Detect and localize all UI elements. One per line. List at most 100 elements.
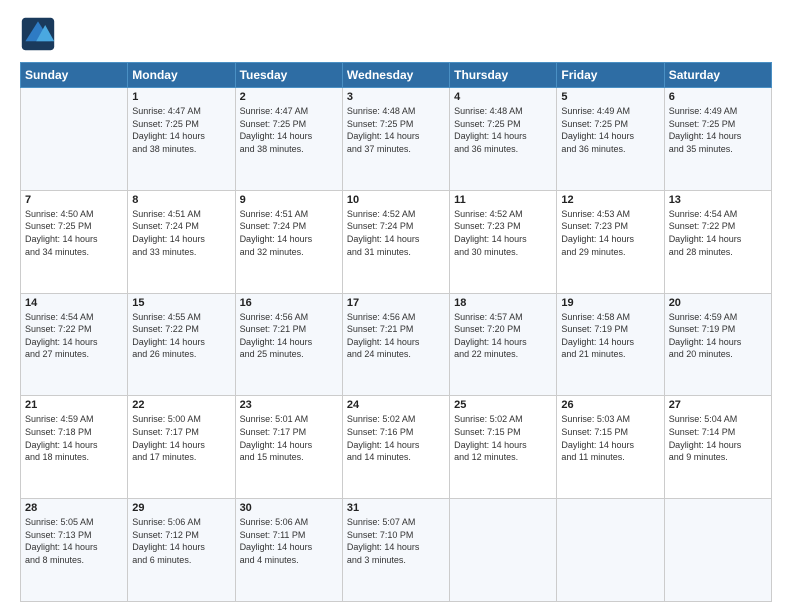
day-number: 2 — [240, 91, 338, 103]
logo — [20, 16, 60, 52]
weekday-header-thursday: Thursday — [450, 63, 557, 88]
day-info: Sunrise: 5:06 AM Sunset: 7:12 PM Dayligh… — [132, 516, 230, 566]
day-number: 17 — [347, 297, 445, 309]
day-cell: 8 Sunrise: 4:51 AM Sunset: 7:24 PM Daylig… — [128, 190, 235, 293]
day-info: Sunrise: 4:59 AM Sunset: 7:18 PM Dayligh… — [25, 413, 123, 463]
day-cell: 25Sunrise: 5:02 AM Sunset: 7:15 PM Dayli… — [450, 396, 557, 499]
day-cell: 4 Sunrise: 4:48 AM Sunset: 7:25 PM Daylig… — [450, 88, 557, 191]
day-number: 15 — [132, 297, 230, 309]
day-number: 23 — [240, 399, 338, 411]
day-cell: 23 Sunrise: 5:01 AM Sunset: 7:17 PM Dayli… — [235, 396, 342, 499]
day-cell: 17 Sunrise: 4:56 AM Sunset: 7:21 PM Dayli… — [342, 293, 449, 396]
calendar-table: SundayMondayTuesdayWednesdayThursdayFrid… — [20, 62, 772, 602]
day-number: 22 — [132, 399, 230, 411]
day-info: Sunrise: 4:51 AM Sunset: 7:24 PM Dayligh… — [240, 208, 338, 258]
day-cell — [664, 499, 771, 602]
week-row-4: 21 Sunrise: 4:59 AM Sunset: 7:18 PM Dayli… — [21, 396, 772, 499]
calendar-body: 1Sunrise: 4:47 AM Sunset: 7:25 PM Daylig… — [21, 88, 772, 602]
week-row-2: 7 Sunrise: 4:50 AM Sunset: 7:25 PM Daylig… — [21, 190, 772, 293]
week-row-3: 14 Sunrise: 4:54 AM Sunset: 7:22 PM Dayli… — [21, 293, 772, 396]
day-info: Sunrise: 4:54 AM Sunset: 7:22 PM Dayligh… — [25, 311, 123, 361]
day-number: 13 — [669, 194, 767, 206]
day-number: 14 — [25, 297, 123, 309]
day-info: Sunrise: 5:01 AM Sunset: 7:17 PM Dayligh… — [240, 413, 338, 463]
day-number: 28 — [25, 502, 123, 514]
day-cell: 1Sunrise: 4:47 AM Sunset: 7:25 PM Daylig… — [128, 88, 235, 191]
day-info: Sunrise: 5:07 AM Sunset: 7:10 PM Dayligh… — [347, 516, 445, 566]
day-cell: 31 Sunrise: 5:07 AM Sunset: 7:10 PM Dayli… — [342, 499, 449, 602]
day-number: 11 — [454, 194, 552, 206]
day-cell: 3 Sunrise: 4:48 AM Sunset: 7:25 PM Daylig… — [342, 88, 449, 191]
day-number: 20 — [669, 297, 767, 309]
day-info: Sunrise: 4:49 AM Sunset: 7:25 PM Dayligh… — [561, 105, 659, 155]
day-number: 18 — [454, 297, 552, 309]
day-number: 16 — [240, 297, 338, 309]
day-cell: 22 Sunrise: 5:00 AM Sunset: 7:17 PM Dayli… — [128, 396, 235, 499]
day-number: 3 — [347, 91, 445, 103]
day-info: Sunrise: 4:49 AM Sunset: 7:25 PM Dayligh… — [669, 105, 767, 155]
day-info: Sunrise: 4:57 AM Sunset: 7:20 PM Dayligh… — [454, 311, 552, 361]
day-number: 8 — [132, 194, 230, 206]
day-cell: 30 Sunrise: 5:06 AM Sunset: 7:11 PM Dayli… — [235, 499, 342, 602]
weekday-row: SundayMondayTuesdayWednesdayThursdayFrid… — [21, 63, 772, 88]
weekday-header-tuesday: Tuesday — [235, 63, 342, 88]
weekday-header-monday: Monday — [128, 63, 235, 88]
day-number: 10 — [347, 194, 445, 206]
day-cell: 9Sunrise: 4:51 AM Sunset: 7:24 PM Daylig… — [235, 190, 342, 293]
day-number: 5 — [561, 91, 659, 103]
day-cell — [21, 88, 128, 191]
day-cell: 27Sunrise: 5:04 AM Sunset: 7:14 PM Dayli… — [664, 396, 771, 499]
day-info: Sunrise: 4:55 AM Sunset: 7:22 PM Dayligh… — [132, 311, 230, 361]
day-info: Sunrise: 4:47 AM Sunset: 7:25 PM Dayligh… — [240, 105, 338, 155]
day-info: Sunrise: 4:50 AM Sunset: 7:25 PM Dayligh… — [25, 208, 123, 258]
day-info: Sunrise: 4:48 AM Sunset: 7:25 PM Dayligh… — [454, 105, 552, 155]
weekday-header-friday: Friday — [557, 63, 664, 88]
day-info: Sunrise: 5:02 AM Sunset: 7:15 PM Dayligh… — [454, 413, 552, 463]
day-info: Sunrise: 5:00 AM Sunset: 7:17 PM Dayligh… — [132, 413, 230, 463]
day-info: Sunrise: 4:54 AM Sunset: 7:22 PM Dayligh… — [669, 208, 767, 258]
day-number: 30 — [240, 502, 338, 514]
day-cell: 18 Sunrise: 4:57 AM Sunset: 7:20 PM Dayli… — [450, 293, 557, 396]
day-cell: 15 Sunrise: 4:55 AM Sunset: 7:22 PM Dayli… — [128, 293, 235, 396]
day-info: Sunrise: 4:56 AM Sunset: 7:21 PM Dayligh… — [347, 311, 445, 361]
day-cell: 5 Sunrise: 4:49 AM Sunset: 7:25 PM Daylig… — [557, 88, 664, 191]
day-cell: 28 Sunrise: 5:05 AM Sunset: 7:13 PM Dayli… — [21, 499, 128, 602]
day-info: Sunrise: 5:06 AM Sunset: 7:11 PM Dayligh… — [240, 516, 338, 566]
day-number: 6 — [669, 91, 767, 103]
day-cell: 13 Sunrise: 4:54 AM Sunset: 7:22 PM Dayli… — [664, 190, 771, 293]
day-cell: 10Sunrise: 4:52 AM Sunset: 7:24 PM Dayli… — [342, 190, 449, 293]
day-number: 12 — [561, 194, 659, 206]
day-info: Sunrise: 5:02 AM Sunset: 7:16 PM Dayligh… — [347, 413, 445, 463]
day-cell: 16 Sunrise: 4:56 AM Sunset: 7:21 PM Dayli… — [235, 293, 342, 396]
day-info: Sunrise: 4:58 AM Sunset: 7:19 PM Dayligh… — [561, 311, 659, 361]
day-number: 21 — [25, 399, 123, 411]
day-info: Sunrise: 4:52 AM Sunset: 7:23 PM Dayligh… — [454, 208, 552, 258]
day-info: Sunrise: 5:03 AM Sunset: 7:15 PM Dayligh… — [561, 413, 659, 463]
day-number: 31 — [347, 502, 445, 514]
day-cell: 26 Sunrise: 5:03 AM Sunset: 7:15 PM Dayli… — [557, 396, 664, 499]
day-number: 24 — [347, 399, 445, 411]
weekday-header-sunday: Sunday — [21, 63, 128, 88]
calendar-header: SundayMondayTuesdayWednesdayThursdayFrid… — [21, 63, 772, 88]
day-info: Sunrise: 5:05 AM Sunset: 7:13 PM Dayligh… — [25, 516, 123, 566]
weekday-header-saturday: Saturday — [664, 63, 771, 88]
day-number: 29 — [132, 502, 230, 514]
day-number: 4 — [454, 91, 552, 103]
day-cell: 6 Sunrise: 4:49 AM Sunset: 7:25 PM Daylig… — [664, 88, 771, 191]
day-cell: 19 Sunrise: 4:58 AM Sunset: 7:19 PM Dayli… — [557, 293, 664, 396]
day-info: Sunrise: 4:56 AM Sunset: 7:21 PM Dayligh… — [240, 311, 338, 361]
day-number: 26 — [561, 399, 659, 411]
day-info: Sunrise: 4:47 AM Sunset: 7:25 PM Dayligh… — [132, 105, 230, 155]
day-cell: 29 Sunrise: 5:06 AM Sunset: 7:12 PM Dayli… — [128, 499, 235, 602]
day-cell: 2 Sunrise: 4:47 AM Sunset: 7:25 PM Daylig… — [235, 88, 342, 191]
day-number: 27 — [669, 399, 767, 411]
day-cell — [557, 499, 664, 602]
week-row-1: 1Sunrise: 4:47 AM Sunset: 7:25 PM Daylig… — [21, 88, 772, 191]
week-row-5: 28 Sunrise: 5:05 AM Sunset: 7:13 PM Dayli… — [21, 499, 772, 602]
day-info: Sunrise: 4:48 AM Sunset: 7:25 PM Dayligh… — [347, 105, 445, 155]
day-info: Sunrise: 4:59 AM Sunset: 7:19 PM Dayligh… — [669, 311, 767, 361]
day-number: 19 — [561, 297, 659, 309]
day-number: 7 — [25, 194, 123, 206]
day-info: Sunrise: 4:51 AM Sunset: 7:24 PM Dayligh… — [132, 208, 230, 258]
day-cell — [450, 499, 557, 602]
